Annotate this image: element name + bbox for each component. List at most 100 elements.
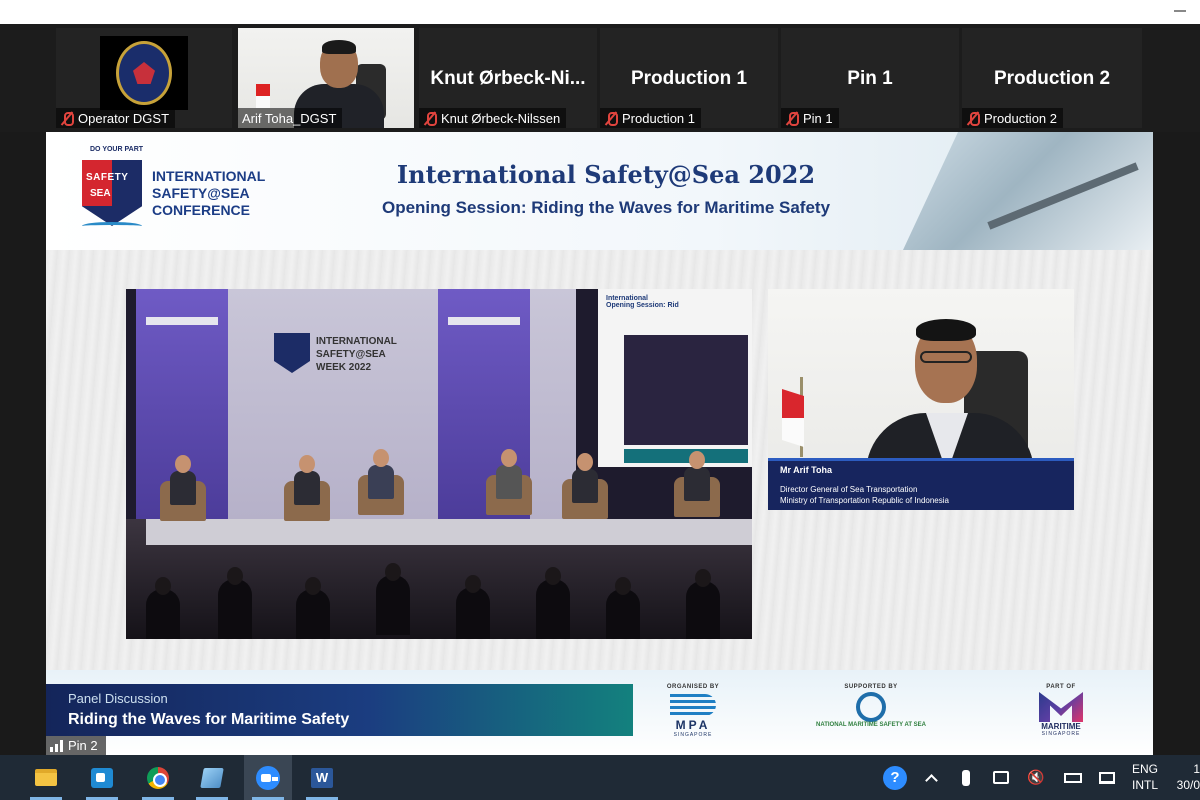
mic-muted-icon bbox=[966, 111, 980, 126]
organiser-logo: ORGANISED BY MPA SINGAPORE bbox=[658, 684, 728, 738]
logo-tagline: DO YOUR PART bbox=[90, 146, 144, 153]
chrome-button[interactable] bbox=[134, 755, 182, 800]
meet-icon bbox=[91, 767, 113, 788]
participant-display-name: Production 2 bbox=[993, 68, 1111, 89]
ship-photo bbox=[903, 132, 1153, 250]
participant-tile-production-2[interactable]: Production 2 Production 2 bbox=[962, 28, 1142, 128]
speaker-title: Director General of Sea Transportation bbox=[780, 485, 918, 494]
usb-tray-button[interactable] bbox=[954, 755, 978, 800]
speaker-muted-icon: 🔇 bbox=[1027, 769, 1045, 785]
file-explorer-button[interactable] bbox=[22, 755, 70, 800]
maritime-m-icon bbox=[1039, 692, 1083, 722]
usb-icon bbox=[962, 769, 970, 786]
mic-muted-icon bbox=[604, 111, 618, 126]
backdrop-line: SAFETY@SEA bbox=[316, 349, 386, 360]
word-icon: W bbox=[311, 767, 333, 788]
panelist bbox=[160, 455, 206, 525]
participant-name: Knut Ørbeck-Nilssen bbox=[441, 110, 561, 126]
participant-tile-pin-1[interactable]: Pin 1 Pin 1 bbox=[781, 28, 959, 128]
indonesia-flag-icon bbox=[782, 389, 804, 447]
help-button[interactable]: ? bbox=[880, 755, 910, 800]
participant-display-name: Pin 1 bbox=[847, 68, 893, 89]
screen-title: International bbox=[606, 295, 649, 302]
participant-tile-arif[interactable]: Arif Toha_DGST bbox=[238, 28, 414, 128]
sponsor-caption: ORGANISED BY bbox=[666, 684, 720, 690]
participant-name: Production 2 bbox=[984, 110, 1057, 126]
participant-tile-knut[interactable]: Knut Ørbeck-Ni... Knut Ørbeck-Nilssen bbox=[419, 28, 597, 128]
participant-tile-production-1[interactable]: Production 1 Production 1 bbox=[600, 28, 778, 128]
battery-button[interactable] bbox=[1060, 755, 1086, 800]
notes-app-button[interactable] bbox=[188, 755, 236, 800]
panelist bbox=[284, 455, 330, 525]
sponsor-caption: PART OF bbox=[1046, 684, 1076, 690]
shield-text-2: SEA bbox=[90, 188, 111, 199]
volume-button[interactable]: 🔇 bbox=[1024, 755, 1048, 800]
shield-text-1: SAFETY bbox=[86, 172, 129, 183]
network-button[interactable] bbox=[1094, 755, 1120, 800]
participant-name: Production 1 bbox=[622, 110, 695, 126]
shield-icon: SAFETY SEA bbox=[82, 160, 142, 226]
zoom-button[interactable] bbox=[244, 755, 292, 800]
participant-tile-operator[interactable]: Operator DGST bbox=[56, 28, 232, 128]
session-bar: Panel Discussion Riding the Waves for Ma… bbox=[46, 684, 633, 736]
participant-display-name: Knut Ørbeck-Ni... bbox=[430, 68, 586, 89]
participant-name: Arif Toha_DGST bbox=[242, 110, 337, 126]
active-tile-label: Pin 2 bbox=[46, 736, 106, 755]
notes-icon bbox=[200, 767, 224, 788]
clock-button[interactable]: 1 30/0 bbox=[1170, 761, 1200, 793]
participant-name-tag: Operator DGST bbox=[56, 108, 176, 128]
folder-icon bbox=[35, 769, 57, 786]
camera-icon bbox=[993, 771, 1009, 784]
main-video-feed[interactable]: DO YOUR PART SAFETY SEA INTERNATIONAL SA… bbox=[46, 132, 1153, 755]
zoom-meeting-window: Operator DGST Arif Toha_DGST Knut Ørbeck… bbox=[0, 0, 1200, 800]
backdrop-line: WEEK 2022 bbox=[316, 362, 372, 373]
session-label: Panel Discussion bbox=[68, 691, 168, 706]
lower-third: Panel Discussion Riding the Waves for Ma… bbox=[46, 670, 1153, 755]
participant-name-tag: Knut Ørbeck-Nilssen bbox=[419, 108, 567, 128]
event-subtitle: Opening Session: Riding the Waves for Ma… bbox=[381, 198, 831, 217]
window-top-bar bbox=[0, 0, 1200, 24]
speaker-name: Mr Arif Toha bbox=[780, 465, 832, 475]
supporter-logo: SUPPORTED BY NATIONAL MARITIME SAFETY AT… bbox=[816, 684, 926, 728]
mic-muted-icon bbox=[423, 111, 437, 126]
zoom-icon bbox=[256, 765, 280, 790]
backdrop-line: INTERNATIONAL bbox=[316, 336, 397, 347]
speaker-video: Mr Arif Toha Director General of Sea Tra… bbox=[768, 289, 1074, 510]
show-hidden-icons-button[interactable] bbox=[918, 755, 944, 800]
mpa-logo-sub: SINGAPORE bbox=[673, 732, 713, 738]
input-language-button[interactable]: ENG INTL bbox=[1124, 761, 1166, 793]
participant-name-tag: Arif Toha_DGST bbox=[238, 108, 343, 128]
sponsor-caption: SUPPORTED BY bbox=[844, 684, 898, 690]
speaker-organization: Ministry of Transportation Republic of I… bbox=[780, 496, 949, 505]
conference-name: INTERNATIONAL SAFETY@SEA CONFERENCE bbox=[152, 168, 265, 219]
participant-display-name: Production 1 bbox=[630, 68, 748, 89]
language-code: ENG bbox=[1131, 762, 1158, 776]
battery-icon bbox=[1064, 772, 1082, 783]
participant-name: Operator DGST bbox=[78, 110, 170, 126]
active-tile-name: Pin 2 bbox=[68, 738, 98, 753]
clock-date: 30/0 bbox=[1176, 778, 1200, 792]
signal-bars-icon bbox=[50, 739, 63, 752]
minimize-icon[interactable] bbox=[1174, 10, 1186, 12]
word-button[interactable]: W bbox=[298, 755, 346, 800]
help-icon: ? bbox=[883, 765, 907, 790]
participant-name-tag: Pin 1 bbox=[781, 108, 839, 128]
camera-tray-button[interactable] bbox=[988, 755, 1014, 800]
panelist bbox=[674, 451, 720, 521]
mic-muted-icon bbox=[60, 111, 74, 126]
safety-at-sea-logo: DO YOUR PART SAFETY SEA INTERNATIONAL SA… bbox=[82, 146, 292, 238]
maritime-logo-text: MARITIME bbox=[1041, 722, 1081, 731]
panelist bbox=[358, 449, 404, 519]
stage-screen: International Opening Session: Rid bbox=[598, 289, 752, 467]
stage-backdrop-text: INTERNATIONAL SAFETY@SEA WEEK 2022 bbox=[316, 335, 397, 374]
supporter-logo-text: NATIONAL MARITIME SAFETY AT SEA bbox=[816, 722, 927, 728]
meet-app-button[interactable] bbox=[78, 755, 126, 800]
participant-name-tag: Production 2 bbox=[962, 108, 1063, 128]
participant-name-tag: Production 1 bbox=[600, 108, 701, 128]
conference-name-line: CONFERENCE bbox=[152, 202, 251, 218]
conference-name-line: SAFETY@SEA bbox=[152, 185, 250, 201]
participant-name: Pin 1 bbox=[803, 110, 833, 126]
event-title: International Safety@Sea 2022 bbox=[396, 160, 816, 189]
maritime-logo-sub: SINGAPORE bbox=[1041, 731, 1081, 737]
part-of-logo: PART OF MARITIME SINGAPORE bbox=[1006, 684, 1116, 737]
